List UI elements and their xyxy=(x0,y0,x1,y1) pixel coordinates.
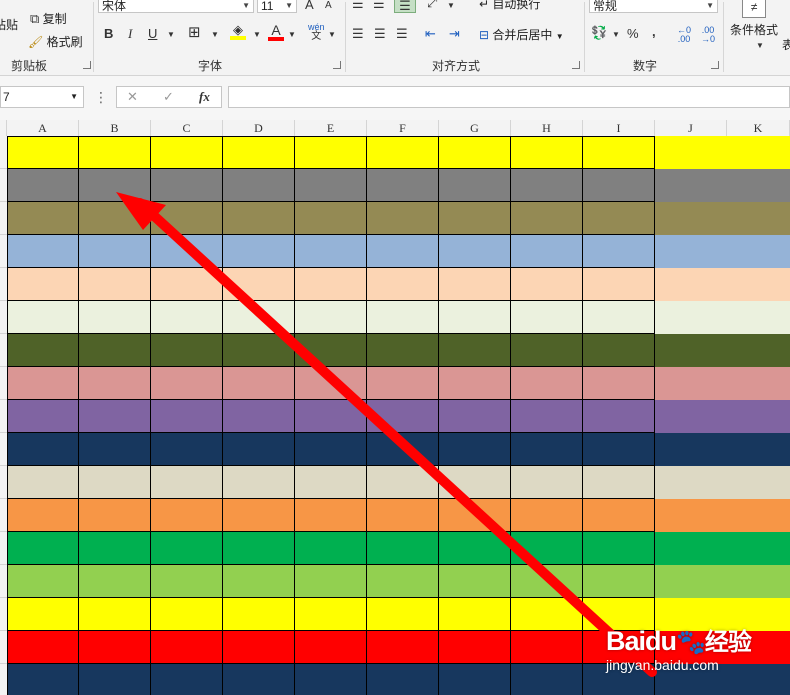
baidu-brand-cn: 经验 xyxy=(704,629,752,656)
annotation-arrow xyxy=(116,192,657,677)
baidu-jingyan-watermark: Baidu🐾经验 jingyan.baidu.com xyxy=(606,622,790,695)
paw-icon: 🐾 xyxy=(676,629,706,656)
baidu-brand: Baidu xyxy=(606,626,677,656)
arrow-shaft xyxy=(135,198,657,677)
watermark-url: jingyan.baidu.com xyxy=(606,657,719,673)
